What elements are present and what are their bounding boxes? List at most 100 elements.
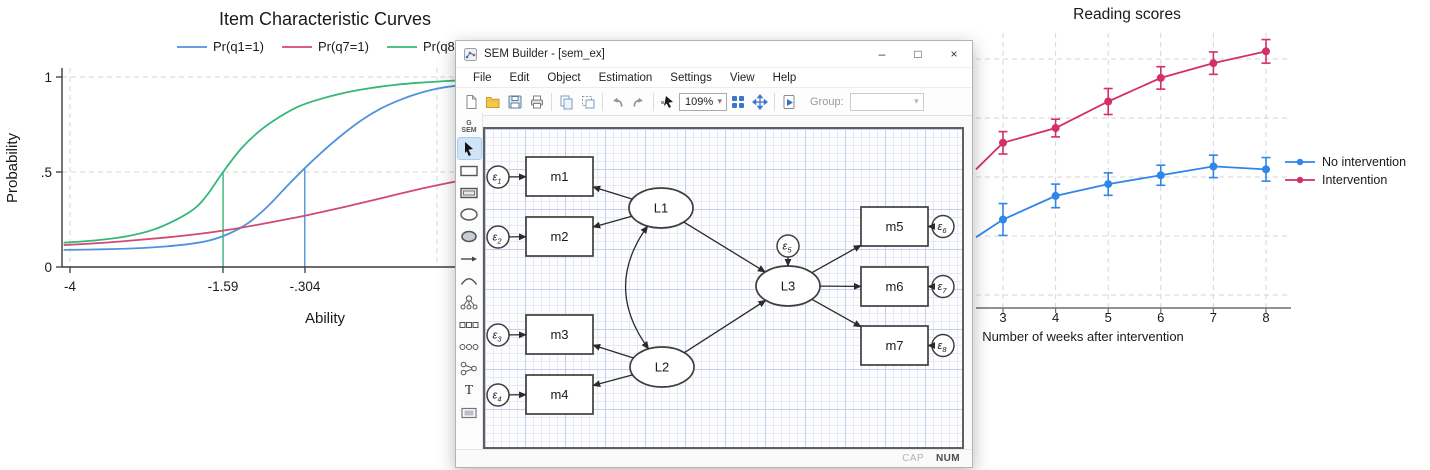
measurement-component-tool[interactable] (458, 292, 481, 313)
regression-component-tool[interactable] (458, 358, 481, 379)
diagram-path-L2-m3 (593, 345, 633, 358)
diagram-node-m1[interactable]: m1 (526, 157, 593, 196)
latent-variable-tool[interactable] (458, 204, 481, 225)
menu-help[interactable]: Help (764, 72, 806, 84)
diagram-node-epsilon-2[interactable]: ε2 (487, 226, 509, 248)
menu-settings[interactable]: Settings (661, 72, 721, 84)
svg-text:L3: L3 (781, 279, 795, 294)
diagram-canvas[interactable]: m1 m2 m3 m4 m5 m6 m7 L1 L2 L3 ε1 ε2 ε3 ε4 ε5 ε6 ε7 ε8 (483, 127, 964, 449)
diagram-covariance-L1-L2 (626, 226, 649, 349)
diagram-node-m6[interactable]: m6 (861, 267, 928, 306)
text-tool[interactable]: T (458, 380, 481, 401)
fit-in-window-button[interactable] (727, 91, 749, 113)
select-tool[interactable] (458, 138, 481, 159)
rectangle-icon (460, 165, 478, 177)
reading-tick-labels: 3 4 5 6 7 8 (999, 310, 1269, 325)
observed-set-tool[interactable] (458, 314, 481, 335)
path-tool[interactable] (458, 248, 481, 269)
diagram-node-epsilon-5[interactable]: ε5 (777, 235, 799, 257)
double-rectangle-icon (460, 187, 478, 199)
toolbar-separator (653, 93, 654, 111)
svg-text:m3: m3 (550, 327, 568, 342)
title-bar[interactable]: SEM Builder - [sem_ex] – □ × (456, 41, 972, 68)
estimate-button[interactable] (778, 91, 800, 113)
legend-label-intervention: Intervention (1322, 173, 1387, 187)
svg-text:-4: -4 (64, 279, 76, 294)
svg-text:m7: m7 (885, 338, 903, 353)
diagram-path-L2-m4 (593, 375, 633, 386)
svg-text:7: 7 (1210, 310, 1217, 325)
new-diagram-button[interactable] (460, 91, 482, 113)
reading-scores-chart: Reading scores 3 4 5 6 7 8 Number of wee… (955, 0, 1430, 360)
minimize-button[interactable]: – (864, 42, 900, 67)
select-pointer-button[interactable] (657, 91, 679, 113)
open-button[interactable] (482, 91, 504, 113)
save-button[interactable] (504, 91, 526, 113)
area-icon (461, 407, 477, 419)
print-button[interactable] (526, 91, 548, 113)
svg-text:m6: m6 (885, 279, 903, 294)
svg-text:3: 3 (999, 310, 1006, 325)
menu-view[interactable]: View (721, 72, 764, 84)
diagram-node-L3[interactable]: L3 (756, 266, 820, 306)
reading-line-1 (976, 51, 1266, 169)
diagram-node-m3[interactable]: m3 (526, 315, 593, 354)
copy-button[interactable] (555, 91, 577, 113)
gsem-label-top: G (461, 120, 476, 127)
num-lock-indicator: NUM (936, 453, 960, 464)
diagram-node-L1[interactable]: L1 (629, 188, 693, 228)
toolbar: 109% ▾ Group: ▾ (456, 88, 972, 116)
sem-builder-window: SEM Builder - [sem_ex] – □ × File Edit O… (455, 40, 973, 468)
filled-ellipse-icon (460, 230, 478, 243)
stage: Item Characteristic Curves Pr(q1=1) Pr(q… (0, 0, 1430, 470)
diagram-node-epsilon-6[interactable]: ε6 (932, 216, 954, 238)
svg-text:m5: m5 (885, 219, 903, 234)
diagram-node-m4[interactable]: m4 (526, 375, 593, 414)
diagram-path-L3-m7 (812, 299, 861, 326)
diagram-node-epsilon-4[interactable]: ε4 (487, 384, 509, 406)
caret-down-icon: ▾ (910, 96, 923, 107)
diagram-node-m2[interactable]: m2 (526, 217, 593, 256)
diagram-node-L2[interactable]: L2 (630, 347, 694, 387)
observed-variable-tool[interactable] (458, 160, 481, 181)
copy-image-button[interactable] (577, 91, 599, 113)
menu-estimation[interactable]: Estimation (590, 72, 662, 84)
area-tool[interactable] (458, 402, 481, 423)
menu-file[interactable]: File (464, 72, 501, 84)
svg-text:4: 4 (1052, 310, 1059, 325)
svg-text:-.304: -.304 (290, 279, 321, 294)
adjust-canvas-size-button[interactable] (749, 91, 771, 113)
svg-text:6: 6 (1157, 310, 1164, 325)
arc-icon (460, 275, 478, 286)
undo-button[interactable] (606, 91, 628, 113)
multilevel-latent-tool[interactable] (458, 226, 481, 247)
close-button[interactable]: × (936, 42, 972, 67)
diagram-node-epsilon-7[interactable]: ε7 (932, 276, 954, 298)
svg-text:1: 1 (44, 70, 52, 85)
svg-text:m1: m1 (550, 169, 568, 184)
toolbar-separator (551, 93, 552, 111)
menu-object[interactable]: Object (538, 72, 589, 84)
latent-set-tool[interactable] (458, 336, 481, 357)
diagram-node-epsilon-3[interactable]: ε3 (487, 324, 509, 346)
svg-text:.5: .5 (41, 165, 52, 180)
svg-text:L2: L2 (655, 360, 669, 375)
diagram-node-m5[interactable]: m5 (861, 207, 928, 246)
legend-label-q7: Pr(q7=1) (318, 39, 369, 54)
group-combobox[interactable]: ▾ (850, 93, 924, 111)
diagram-node-epsilon-8[interactable]: ε8 (932, 335, 954, 357)
ellipse-icon (460, 208, 478, 221)
diagram-node-epsilon-1[interactable]: ε1 (487, 166, 509, 188)
zoom-value: 109% (680, 96, 713, 108)
menu-edit[interactable]: Edit (501, 72, 539, 84)
diagram-node-m7[interactable]: m7 (861, 326, 928, 365)
redo-button[interactable] (628, 91, 650, 113)
caps-lock-indicator: CAP (902, 453, 924, 464)
covariance-tool[interactable] (458, 270, 481, 291)
gsem-toggle[interactable]: GSEM (458, 116, 481, 137)
generalized-response-tool[interactable] (458, 182, 481, 203)
maximize-button[interactable]: □ (900, 42, 936, 67)
legend-label-q1: Pr(q1=1) (213, 39, 264, 54)
icc-y-label: Probability (4, 132, 21, 203)
zoom-combobox[interactable]: 109% ▾ (679, 93, 727, 111)
